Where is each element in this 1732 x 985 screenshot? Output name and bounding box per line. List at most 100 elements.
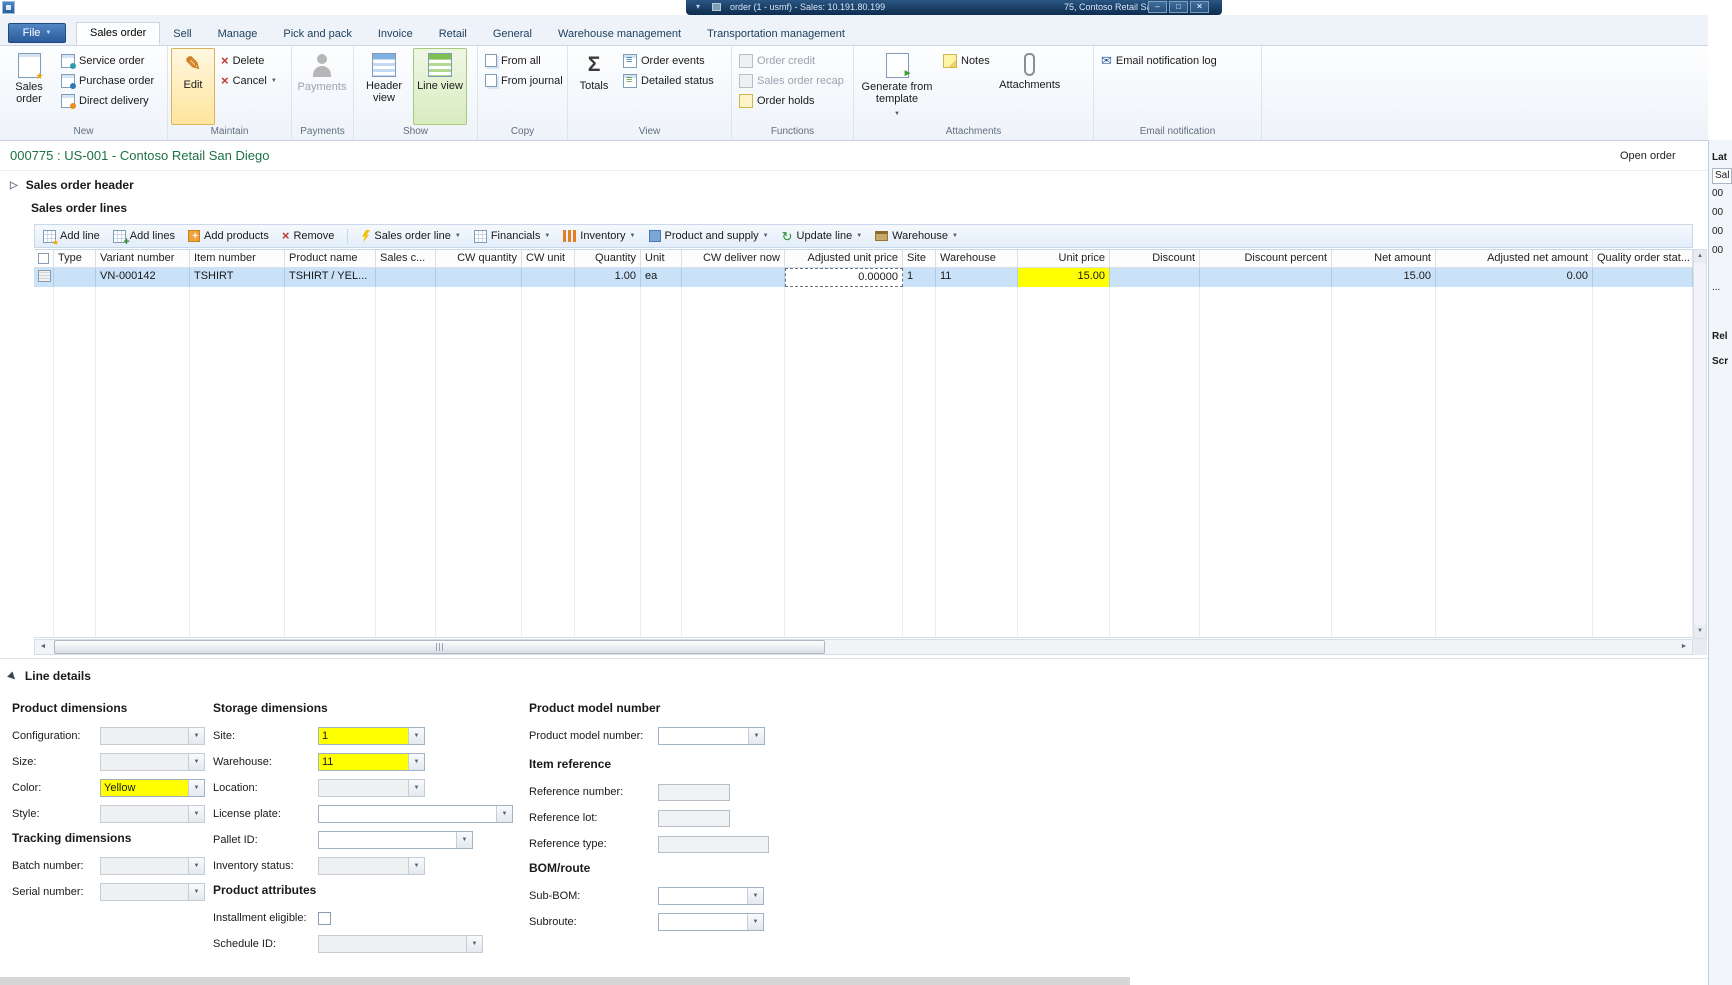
scroll-left-icon[interactable]: ◄ [35,640,51,654]
site-combo[interactable]: 1▼ [318,727,425,745]
order-events-button[interactable]: Order events [619,51,718,70]
factbox-section-scripts[interactable]: Scr [1712,356,1732,367]
totals-button[interactable]: Σ Totals [571,48,617,125]
sales-order-header-fasttab[interactable]: ▷ Sales order header [10,178,134,192]
file-menu-button[interactable]: File ▼ [8,23,66,43]
grid-column-header-9[interactable]: Unit [641,250,682,267]
attachments-button[interactable]: Attachments [996,48,1064,125]
product-and-supply-menu[interactable]: Product and supply ▼ [649,230,769,242]
grid-column-header-7[interactable]: CW unit [522,250,575,267]
factbox-row[interactable]: 00 [1712,184,1732,203]
chevron-down-icon[interactable]: ▼ [748,728,764,744]
chevron-down-icon[interactable]: ▼ [496,806,512,822]
update-line-menu[interactable]: ↻ Update line ▼ [782,230,863,243]
collapse-arrow-icon[interactable]: ▶ [6,670,19,683]
service-order-button[interactable]: Service order [57,51,158,70]
schedule-id-combo[interactable]: ▼ [318,935,483,953]
grid-column-header-19[interactable]: Quality order stat... [1593,250,1693,267]
serial-number-combo[interactable]: ▼ [100,883,205,901]
grid-column-header-2[interactable]: Variant number [96,250,190,267]
from-journal-button[interactable]: From journal [481,71,567,90]
configuration-combo[interactable]: ▼ [100,727,205,745]
grid-column-header-12[interactable]: Site [903,250,936,267]
notes-button[interactable]: Notes [939,51,994,70]
add-products-button[interactable]: Add products [188,230,269,242]
reference-type-input[interactable] [658,836,769,853]
grid-cell-14[interactable]: 15.00 [1018,268,1110,287]
grid-cell-19[interactable] [1593,268,1693,287]
tab-invoice[interactable]: Invoice [365,24,426,45]
order-holds-button[interactable]: Order holds [735,91,848,110]
style-combo[interactable]: ▼ [100,805,205,823]
grid-column-header-1[interactable]: Type [54,250,96,267]
location-combo[interactable]: ▼ [318,779,425,797]
chevron-down-icon[interactable]: ▼ [747,914,763,930]
header-view-button[interactable]: Header view [357,48,411,125]
chevron-down-icon[interactable]: ▼ [408,858,424,874]
grid-cell-3[interactable]: TSHIRT [190,268,285,287]
grid-cell-10[interactable] [682,268,785,287]
factbox-more[interactable]: ... [1712,282,1732,293]
grid-cell-6[interactable] [436,268,522,287]
grid-cell-5[interactable] [376,268,436,287]
grid-column-header-17[interactable]: Net amount [1332,250,1436,267]
pin-icon[interactable]: ▾ [696,2,700,11]
scrollbar-thumb[interactable] [54,640,825,654]
inventory-status-combo[interactable]: ▼ [318,857,425,875]
tab-manage[interactable]: Manage [205,24,271,45]
grid-column-header-3[interactable]: Item number [190,250,285,267]
grid-cell-12[interactable]: 1 [903,268,936,287]
license-plate-combo[interactable]: ▼ [318,805,513,823]
grid-column-header-14[interactable]: Unit price [1018,250,1110,267]
select-all-checkbox[interactable] [38,253,49,264]
size-combo[interactable]: ▼ [100,753,205,771]
grid-row[interactable]: VN-000142TSHIRTTSHIRT / YEL...1.00ea0.00… [34,268,1693,287]
warehouse-menu[interactable]: Warehouse ▼ [875,230,958,242]
grid-column-header-8[interactable]: Quantity [575,250,641,267]
inventory-menu[interactable]: Inventory ▼ [563,230,635,242]
add-line-button[interactable]: Add line [43,230,100,243]
factbox-row[interactable]: 00 [1712,241,1732,260]
tab-sell[interactable]: Sell [160,24,204,45]
factbox-field[interactable]: Sal [1712,168,1732,184]
generate-from-template-button[interactable]: Generate from template ▼ [857,48,937,125]
scrollbar-track[interactable] [51,640,1676,654]
grid-cell-11[interactable]: 0.00000 [785,268,903,287]
edit-button[interactable]: ✎ Edit [171,48,215,125]
app-icon[interactable] [2,1,15,14]
purchase-order-button[interactable]: Purchase order [57,71,158,90]
warehouse-combo[interactable]: 11▼ [318,753,425,771]
chevron-down-icon[interactable]: ▼ [188,858,204,874]
chevron-down-icon[interactable]: ▼ [188,806,204,822]
cancel-button[interactable]: × Cancel ▼ [217,71,281,90]
horizontal-scrollbar[interactable]: ◄ ► [34,639,1693,655]
chevron-down-icon[interactable]: ▼ [188,884,204,900]
tab-warehouse-management[interactable]: Warehouse management [545,24,694,45]
grid-column-header-16[interactable]: Discount percent [1200,250,1332,267]
sales-order-recap-button[interactable]: Sales order recap [735,71,848,90]
grid-cell-0[interactable] [34,268,54,287]
add-lines-button[interactable]: Add lines [113,230,175,243]
chevron-down-icon[interactable]: ▼ [408,754,424,770]
color-combo[interactable]: Yellow▼ [100,779,205,797]
line-view-button[interactable]: Line view [413,48,467,125]
grid-cell-8[interactable]: 1.00 [575,268,641,287]
sales-order-line-menu[interactable]: Sales order line ▼ [361,230,460,243]
vertical-scrollbar[interactable]: ▲ ▼ [1693,249,1707,639]
grid-cell-9[interactable]: ea [641,268,682,287]
from-all-button[interactable]: From all [481,51,567,70]
grid-column-header-11[interactable]: Adjusted unit price [785,250,903,267]
line-details-header[interactable]: ▶ Line details [9,669,91,683]
grid-cell-17[interactable]: 15.00 [1332,268,1436,287]
chevron-down-icon[interactable]: ▼ [466,936,482,952]
grid-cell-1[interactable] [54,268,96,287]
grid-cell-13[interactable]: 11 [936,268,1018,287]
detailed-status-button[interactable]: Detailed status [619,71,718,90]
grid-column-header-6[interactable]: CW quantity [436,250,522,267]
remove-button[interactable]: × Remove [282,229,335,243]
pallet-id-combo[interactable]: ▼ [318,831,473,849]
direct-delivery-button[interactable]: Direct delivery [57,91,158,110]
grid-cell-7[interactable] [522,268,575,287]
payments-button[interactable]: Payments [295,48,349,125]
tab-sales-order[interactable]: Sales order [76,22,160,45]
